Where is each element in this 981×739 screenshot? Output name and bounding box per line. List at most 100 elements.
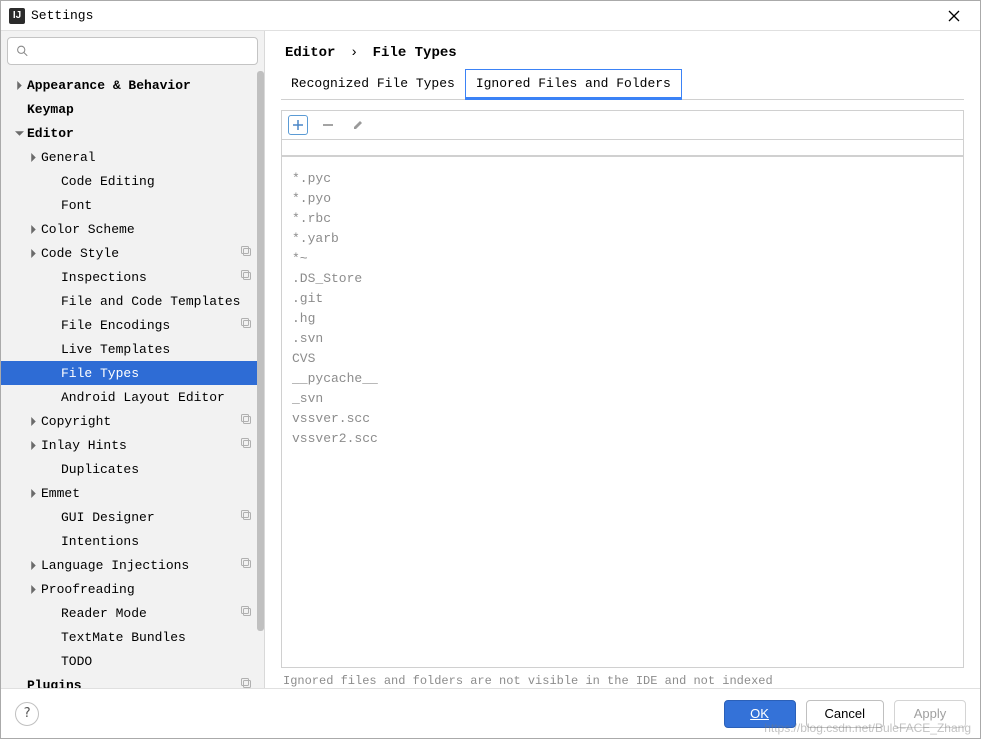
tree-item-label: Proofreading xyxy=(41,582,135,597)
sidebar-scrollbar[interactable] xyxy=(257,71,264,688)
chevron-right-icon[interactable] xyxy=(27,249,39,258)
search-wrap xyxy=(1,31,264,69)
project-scope-icon xyxy=(240,245,252,261)
tree-item-label: General xyxy=(41,150,96,165)
tree-item-duplicates[interactable]: Duplicates xyxy=(1,457,264,481)
chevron-down-icon[interactable] xyxy=(13,129,25,138)
apply-button[interactable]: Apply xyxy=(894,700,966,728)
body-split: Appearance & Behavior Keymap Editor General… xyxy=(1,31,980,688)
tree-item-label: Live Templates xyxy=(61,342,170,357)
tree-item-language-injections[interactable]: Language Injections xyxy=(1,553,264,577)
breadcrumb-part-editor[interactable]: Editor xyxy=(285,45,335,61)
tree-item-intentions[interactable]: Intentions xyxy=(1,529,264,553)
tree-item-reader-mode[interactable]: Reader Mode xyxy=(1,601,264,625)
project-scope-icon xyxy=(240,437,252,453)
chevron-right-icon[interactable] xyxy=(27,489,39,498)
tree-item-todo[interactable]: TODO xyxy=(1,649,264,673)
tree-item-label: Keymap xyxy=(27,102,74,117)
tree-item-plugins[interactable]: Plugins xyxy=(1,673,264,688)
pattern-item[interactable]: *.rbc xyxy=(292,209,953,229)
tree-item-label: File Types xyxy=(61,366,139,381)
tree-item-code-editing[interactable]: Code Editing xyxy=(1,169,264,193)
tree-item-live-templates[interactable]: Live Templates xyxy=(1,337,264,361)
breadcrumb-part-file-types: File Types xyxy=(373,45,457,61)
tree-item-textmate-bundles[interactable]: TextMate Bundles xyxy=(1,625,264,649)
tree-item-label: Duplicates xyxy=(61,462,139,477)
tree-item-file-encodings[interactable]: File Encodings xyxy=(1,313,264,337)
tree-item-general[interactable]: General xyxy=(1,145,264,169)
tree-item-label: Intentions xyxy=(61,534,139,549)
pattern-item[interactable]: _svn xyxy=(292,389,953,409)
settings-tree[interactable]: Appearance & Behavior Keymap Editor General… xyxy=(1,69,264,688)
tree-item-proofreading[interactable]: Proofreading xyxy=(1,577,264,601)
tree-item-font[interactable]: Font xyxy=(1,193,264,217)
plus-icon xyxy=(292,119,304,131)
tree-item-label: File and Code Templates xyxy=(61,294,240,309)
tree-item-appearance-behavior[interactable]: Appearance & Behavior xyxy=(1,73,264,97)
pattern-item[interactable]: .git xyxy=(292,289,953,309)
chevron-right-icon[interactable] xyxy=(27,153,39,162)
tree-item-color-scheme[interactable]: Color Scheme xyxy=(1,217,264,241)
pattern-item[interactable]: *.yarb xyxy=(292,229,953,249)
pattern-item[interactable]: *~ xyxy=(292,249,953,269)
project-scope-icon xyxy=(240,509,252,525)
tree-item-file-and-code-templates[interactable]: File and Code Templates xyxy=(1,289,264,313)
hint-text: Ignored files and folders are not visibl… xyxy=(281,668,964,688)
chevron-right-icon[interactable] xyxy=(27,225,39,234)
tree-item-emmet[interactable]: Emmet xyxy=(1,481,264,505)
tree-item-code-style[interactable]: Code Style xyxy=(1,241,264,265)
project-scope-icon xyxy=(240,605,252,621)
chevron-right-icon[interactable] xyxy=(27,417,39,426)
search-input[interactable] xyxy=(35,43,249,60)
dialog-button-bar: ? OK Cancel Apply xyxy=(1,688,980,738)
ignored-patterns-list[interactable]: *.pyc*.pyo*.rbc*.yarb*~.DS_Store.git.hg.… xyxy=(281,156,964,668)
tree-item-inlay-hints[interactable]: Inlay Hints xyxy=(1,433,264,457)
tree-item-gui-designer[interactable]: GUI Designer xyxy=(1,505,264,529)
tab-recognized-file-types[interactable]: Recognized File Types xyxy=(281,70,465,100)
tree-item-label: Emmet xyxy=(41,486,80,501)
help-button[interactable]: ? xyxy=(15,702,39,726)
pattern-item[interactable]: .hg xyxy=(292,309,953,329)
pattern-item[interactable]: *.pyc xyxy=(292,169,953,189)
cancel-button[interactable]: Cancel xyxy=(806,700,884,728)
scrollbar-thumb[interactable] xyxy=(257,71,264,631)
settings-window: IJ Settings Appearance & BehaviorKeymapE… xyxy=(0,0,981,739)
tree-item-label: Color Scheme xyxy=(41,222,135,237)
add-pattern-button[interactable] xyxy=(288,115,308,135)
tree-item-label: Editor xyxy=(27,126,74,141)
pattern-item[interactable]: .svn xyxy=(292,329,953,349)
close-button[interactable] xyxy=(936,2,972,30)
tree-item-inspections[interactable]: Inspections xyxy=(1,265,264,289)
tree-item-label: GUI Designer xyxy=(61,510,155,525)
pattern-item[interactable]: vssver2.scc xyxy=(292,429,953,449)
chevron-right-icon[interactable] xyxy=(13,81,25,90)
tab-ignored-files-and-folders[interactable]: Ignored Files and Folders xyxy=(465,69,682,100)
ok-label: OK xyxy=(750,706,769,721)
patterns-header-spacer xyxy=(281,140,964,156)
main-panel: Editor › File Types Recognized File Type… xyxy=(265,31,980,688)
remove-pattern-button[interactable] xyxy=(318,115,338,135)
tree-item-keymap[interactable]: Keymap xyxy=(1,97,264,121)
tree-item-label: Plugins xyxy=(27,678,82,689)
chevron-right-icon[interactable] xyxy=(27,561,39,570)
tree-item-label: Android Layout Editor xyxy=(61,390,225,405)
project-scope-icon xyxy=(240,269,252,285)
tree-item-label: Reader Mode xyxy=(61,606,147,621)
chevron-right-icon[interactable] xyxy=(27,585,39,594)
pattern-item[interactable]: CVS xyxy=(292,349,953,369)
tree-item-label: Code Style xyxy=(41,246,119,261)
pattern-item[interactable]: vssver.scc xyxy=(292,409,953,429)
tree-item-label: Inlay Hints xyxy=(41,438,127,453)
tree-item-editor[interactable]: Editor xyxy=(1,121,264,145)
edit-pattern-button[interactable] xyxy=(348,115,368,135)
pattern-item[interactable]: __pycache__ xyxy=(292,369,953,389)
project-scope-icon xyxy=(240,557,252,573)
chevron-right-icon[interactable] xyxy=(27,441,39,450)
tree-item-copyright[interactable]: Copyright xyxy=(1,409,264,433)
search-box[interactable] xyxy=(7,37,258,65)
pattern-item[interactable]: .DS_Store xyxy=(292,269,953,289)
ok-button[interactable]: OK xyxy=(724,700,796,728)
tree-item-android-layout-editor[interactable]: Android Layout Editor xyxy=(1,385,264,409)
pattern-item[interactable]: *.pyo xyxy=(292,189,953,209)
tree-item-file-types[interactable]: File Types xyxy=(1,361,264,385)
